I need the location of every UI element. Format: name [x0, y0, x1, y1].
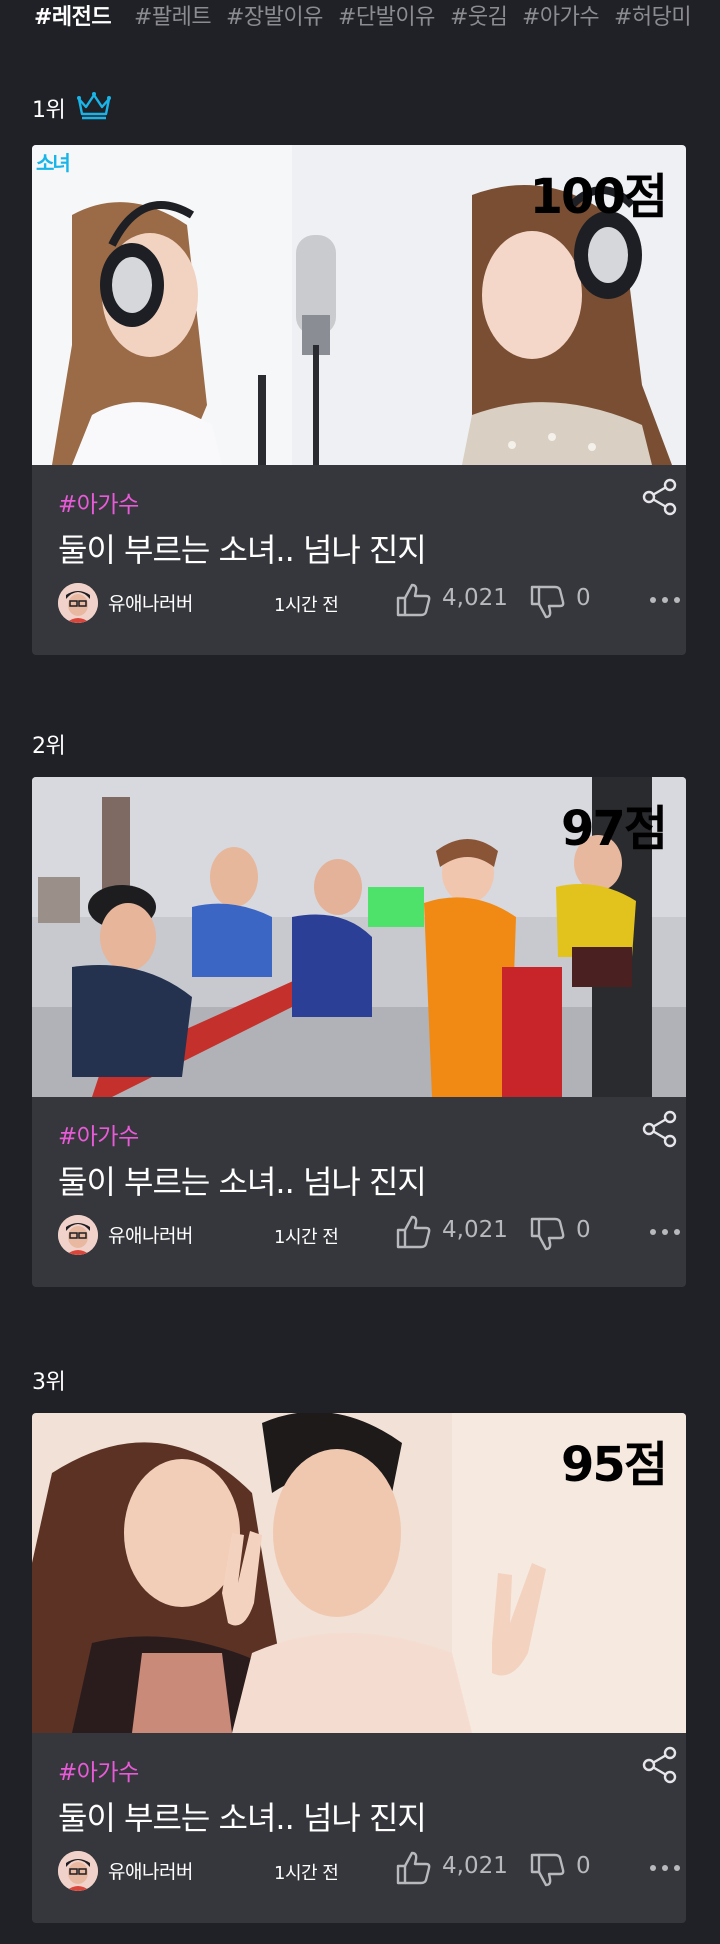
post-time: 1시간 전 [274, 1863, 339, 1884]
post-time: 1시간 전 [274, 595, 339, 616]
video-logo-badge: 소녀 [36, 151, 71, 175]
author-name[interactable]: 유애나러버 [108, 1857, 193, 1884]
video-meta-row: 유애나러버 1시간 전 4,021 0 [58, 1849, 680, 1893]
tag-funny[interactable]: #웃김 [450, 0, 508, 30]
dislike-count: 0 [576, 585, 591, 611]
video-card[interactable]: 95점 #아가수 둘이 부르는 소녀.. 넘나 진지 유애나러버 1시간 전 4… [32, 1413, 686, 1923]
video-thumbnail[interactable]: 소녀 100점 [32, 145, 686, 465]
video-meta-row: 유애나러버 1시간 전 4,021 0 [58, 581, 680, 625]
rank-label: 3위 [32, 1370, 66, 1395]
crown-icon [77, 92, 111, 120]
more-dots-icon[interactable] [648, 1863, 682, 1873]
author-avatar[interactable] [58, 583, 98, 623]
author-name[interactable]: 유애나러버 [108, 1221, 193, 1248]
thumbs-down-icon[interactable] [528, 1851, 566, 1889]
thumbs-down-icon[interactable] [528, 583, 566, 621]
video-title[interactable]: 둘이 부르는 소녀.. 넘나 진지 [58, 525, 427, 571]
more-dots-icon[interactable] [648, 1227, 682, 1237]
score-overlay: 97점 [561, 801, 668, 857]
more-dots-icon[interactable] [648, 595, 682, 605]
video-meta-row: 유애나러버 1시간 전 4,021 0 [58, 1213, 680, 1257]
post-time: 1시간 전 [274, 1227, 339, 1248]
author-avatar[interactable] [58, 1215, 98, 1255]
like-count: 4,021 [442, 1853, 508, 1879]
share-icon[interactable] [640, 1745, 680, 1785]
hashtag-link[interactable]: #아가수 [58, 485, 139, 519]
tag-clumsy[interactable]: #허당미 [614, 0, 692, 30]
rank-label: 1위 [32, 98, 66, 123]
tag-palette[interactable]: #팔레트 [134, 0, 212, 30]
rank-label: 2위 [32, 734, 66, 759]
video-card[interactable]: 97점 #아가수 둘이 부르는 소녀.. 넘나 진지 유애나러버 1시간 전 4… [32, 777, 686, 1287]
score-overlay: 95점 [561, 1437, 668, 1493]
hashtag-link[interactable]: #아가수 [58, 1753, 139, 1787]
video-card[interactable]: 소녀 100점 #아가수 둘이 부르는 소녀.. 넘나 진지 유애나러버 1시간… [32, 145, 686, 655]
like-count: 4,021 [442, 585, 508, 611]
like-count: 4,021 [442, 1217, 508, 1243]
hashtag-link[interactable]: #아가수 [58, 1117, 139, 1151]
tag-filter-bar: #레전드 #팔레트 #장발이유 #단발이유 #웃김 #아가수 #허당미 [0, 0, 720, 30]
video-title[interactable]: 둘이 부르는 소녀.. 넘나 진지 [58, 1793, 427, 1839]
dislike-count: 0 [576, 1853, 591, 1879]
tag-short-hair[interactable]: #단발이유 [338, 0, 435, 30]
tag-iu[interactable]: #아가수 [522, 0, 600, 30]
author-name[interactable]: 유애나러버 [108, 589, 193, 616]
thumbs-up-icon[interactable] [394, 581, 432, 619]
dislike-count: 0 [576, 1217, 591, 1243]
video-thumbnail[interactable]: 95점 [32, 1413, 686, 1733]
video-title[interactable]: 둘이 부르는 소녀.. 넘나 진지 [58, 1157, 427, 1203]
share-icon[interactable] [640, 477, 680, 517]
score-overlay: 100점 [529, 169, 668, 225]
tag-long-hair[interactable]: #장발이유 [226, 0, 323, 30]
thumbs-up-icon[interactable] [394, 1849, 432, 1887]
thumbs-down-icon[interactable] [528, 1215, 566, 1253]
video-thumbnail[interactable]: 97점 [32, 777, 686, 1097]
share-icon[interactable] [640, 1109, 680, 1149]
author-avatar[interactable] [58, 1851, 98, 1891]
thumbs-up-icon[interactable] [394, 1213, 432, 1251]
tag-legend[interactable]: #레전드 [34, 0, 112, 30]
